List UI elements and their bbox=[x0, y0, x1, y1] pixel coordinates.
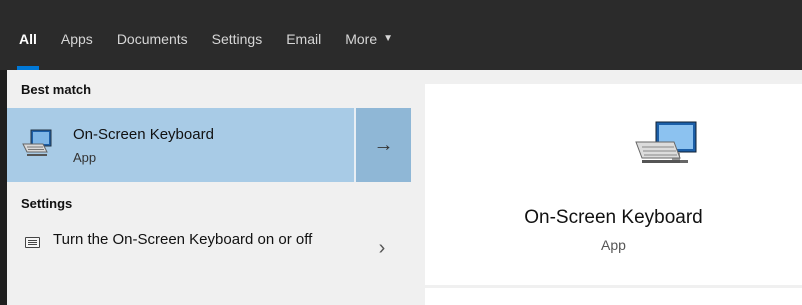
tab-documents[interactable]: Documents bbox=[105, 7, 200, 70]
tab-label: More bbox=[345, 30, 378, 47]
tab-more[interactable]: More ▼ bbox=[333, 7, 405, 70]
caret-down-icon: ▼ bbox=[383, 33, 394, 44]
tab-all[interactable]: All bbox=[7, 7, 49, 70]
search-tabbar: All Apps Documents Settings Email More ▼ bbox=[0, 0, 802, 70]
keyboard-monitor-icon bbox=[635, 121, 697, 163]
best-match-open[interactable]: On-Screen Keyboard App bbox=[7, 108, 354, 182]
results-pane: Best match On-Screen Keyboard App → Sett… bbox=[7, 70, 411, 305]
tab-label: Documents bbox=[116, 30, 188, 47]
tab-label: Email bbox=[286, 30, 322, 47]
preview-subtitle: App bbox=[601, 237, 626, 253]
best-match-header: Best match bbox=[21, 81, 92, 97]
chevron-right-icon: › bbox=[378, 237, 386, 259]
preview-actions-area bbox=[425, 288, 802, 305]
settings-result[interactable]: Turn the On-Screen Keyboard on or off › bbox=[7, 225, 411, 285]
keyboard-icon bbox=[25, 237, 40, 248]
best-match-title: On-Screen Keyboard bbox=[73, 126, 214, 143]
best-match-result[interactable]: On-Screen Keyboard App → bbox=[7, 108, 411, 182]
settings-header: Settings bbox=[21, 195, 73, 211]
tab-label: Settings bbox=[211, 30, 263, 47]
tab-label: All bbox=[19, 30, 37, 47]
tab-email[interactable]: Email bbox=[274, 7, 333, 70]
arrow-right-icon[interactable]: → bbox=[354, 108, 411, 182]
tab-label: Apps bbox=[60, 30, 93, 47]
tab-list: All Apps Documents Settings Email More ▼ bbox=[7, 7, 802, 70]
best-match-subtitle: App bbox=[73, 150, 97, 165]
preview-card: On-Screen Keyboard App bbox=[425, 84, 802, 285]
settings-result-label: Turn the On-Screen Keyboard on or off bbox=[53, 231, 313, 248]
preview-pane: On-Screen Keyboard App bbox=[411, 70, 802, 305]
tab-settings[interactable]: Settings bbox=[200, 7, 275, 70]
keyboard-monitor-icon bbox=[22, 129, 52, 156]
tab-apps[interactable]: Apps bbox=[49, 7, 105, 70]
preview-title: On-Screen Keyboard bbox=[524, 207, 703, 228]
